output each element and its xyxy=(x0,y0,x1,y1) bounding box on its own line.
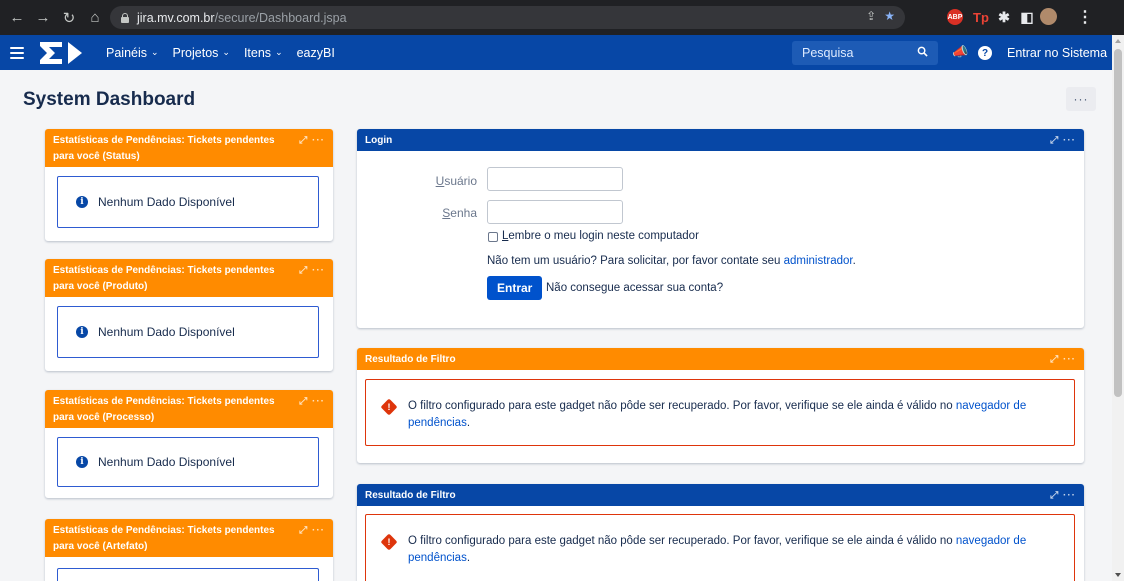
page-title: System Dashboard xyxy=(23,89,196,110)
login-link[interactable]: Entrar no Sistema xyxy=(1007,46,1107,60)
remember-me-checkbox[interactable] xyxy=(488,232,498,242)
bookmark-star-icon[interactable]: ★ xyxy=(884,9,895,23)
page-scrollbar[interactable] xyxy=(1112,35,1124,581)
administrator-link[interactable]: administrador xyxy=(784,255,853,267)
main-nav: Painéis ⌄ Projetos ⌄ Itens ⌄ eazyBI xyxy=(106,46,335,60)
gadget-header[interactable]: Estatísticas de Pendências: Tickets pend… xyxy=(45,390,333,428)
side-panel-icon[interactable]: ◧ xyxy=(1018,8,1036,26)
nav-issues-label: Itens xyxy=(243,45,272,60)
no-data-text: Nenhum Dado Disponível xyxy=(98,195,235,209)
back-arrow-icon[interactable]: ← xyxy=(6,7,28,29)
gadget-stats-artifact: Estatísticas de Pendências: Tickets pend… xyxy=(45,519,333,581)
search-input[interactable]: Pesquisa xyxy=(792,41,938,65)
error-text: O filtro configurado para este gadget nã… xyxy=(408,400,956,412)
search-placeholder: Pesquisa xyxy=(802,46,854,60)
filter-result-gadget-2: Resultado de Filtro ⤢ ··· ! O filtro con… xyxy=(357,484,1084,581)
no-data-message: i Nenhum Dado Disponível xyxy=(57,176,319,228)
gadget-title: Resultado de Filtro xyxy=(365,354,456,365)
scroll-down-arrow-icon[interactable] xyxy=(1115,573,1121,577)
nav-projects-label: Projetos xyxy=(172,45,219,60)
extensions-puzzle-icon[interactable]: ✱ xyxy=(995,8,1013,26)
browser-toolbar: ← → ↻ ⌂ jira.mv.com.br/secure/Dashboard.… xyxy=(0,0,1124,35)
forgot-account-link[interactable]: Não consegue acessar sua conta? xyxy=(546,282,723,294)
home-icon[interactable]: ⌂ xyxy=(84,7,106,29)
no-data-text: Nenhum Dado Disponível xyxy=(98,455,235,469)
info-icon: i xyxy=(76,456,88,468)
gadget-title: Estatísticas de Pendências: Tickets pend… xyxy=(53,396,275,423)
gadget-title: Estatísticas de Pendências: Tickets pend… xyxy=(53,135,275,162)
chevron-down-icon: ⌄ xyxy=(151,47,159,57)
gadget-title: Login xyxy=(365,135,393,146)
sigma-logo-icon xyxy=(40,41,82,64)
url-path: /secure/Dashboard.jspa xyxy=(214,10,347,25)
nav-projects[interactable]: Projetos ⌄ xyxy=(173,46,230,60)
remember-me-label[interactable]: Lembre o meu login neste computador xyxy=(502,230,699,242)
filter-error-message: ! O filtro configurado para este gadget … xyxy=(365,514,1075,581)
profile-avatar-icon[interactable] xyxy=(1040,8,1057,25)
login-submit-button[interactable]: Entrar xyxy=(487,276,543,300)
gadget-header[interactable]: Estatísticas de Pendências: Tickets pend… xyxy=(45,129,333,167)
share-icon[interactable]: ⇪ xyxy=(866,9,876,23)
gadget-header[interactable]: Estatísticas de Pendências: Tickets pend… xyxy=(45,259,333,297)
gadget-controls-icon[interactable]: ⤢ ··· xyxy=(1050,488,1076,504)
browser-menu-icon[interactable]: ⋮ xyxy=(1077,8,1093,26)
no-account-text: Não tem um usuário? Para solicitar, por … xyxy=(487,255,856,267)
jira-header: Painéis ⌄ Projetos ⌄ Itens ⌄ eazyBI Pesquis… xyxy=(0,35,1112,70)
gadget-header[interactable]: Login ⤢ ··· xyxy=(357,129,1084,151)
address-bar[interactable]: jira.mv.com.br/secure/Dashboard.jspa ⇪ ★ xyxy=(110,6,905,29)
scroll-up-arrow-icon[interactable] xyxy=(1115,39,1121,43)
no-data-message: i Nenhum Dado Disponível xyxy=(57,437,319,487)
adblock-extension-icon[interactable]: ABP xyxy=(947,9,963,25)
info-icon: i xyxy=(76,196,88,208)
gadget-controls-icon[interactable]: ⤢ ··· xyxy=(299,394,325,410)
error-icon: ! xyxy=(380,398,398,416)
lock-icon xyxy=(120,12,129,23)
nav-eazybi[interactable]: eazyBI xyxy=(297,46,335,60)
no-data-text: Nenhum Dado Disponível xyxy=(98,325,235,339)
url-host: jira.mv.com.br xyxy=(137,10,215,25)
error-icon: ! xyxy=(380,533,398,551)
chevron-down-icon: ⌄ xyxy=(275,47,283,57)
nav-eazybi-label: eazyBI xyxy=(296,45,335,60)
tp-extension-icon[interactable]: Tp xyxy=(972,8,990,26)
gadget-header[interactable]: Resultado de Filtro ⤢ ··· xyxy=(357,484,1084,506)
no-data-message xyxy=(57,568,319,581)
info-icon: i xyxy=(76,326,88,338)
gadget-controls-icon[interactable]: ⤢ ··· xyxy=(299,263,325,279)
password-field[interactable] xyxy=(487,200,623,224)
search-icon xyxy=(917,46,928,57)
gadget-title: Estatísticas de Pendências: Tickets pend… xyxy=(53,525,275,552)
filter-error-message: ! O filtro configurado para este gadget … xyxy=(365,379,1075,446)
no-data-message: i Nenhum Dado Disponível xyxy=(57,306,319,358)
nav-dashboards[interactable]: Painéis ⌄ xyxy=(106,46,159,60)
gadget-header[interactable]: Estatísticas de Pendências: Tickets pend… xyxy=(45,519,333,557)
reload-icon[interactable]: ↻ xyxy=(58,7,80,29)
nav-dashboards-label: Painéis xyxy=(106,45,147,60)
password-label: Senha xyxy=(442,206,477,220)
scrollbar-thumb[interactable] xyxy=(1114,49,1122,397)
gadget-controls-icon[interactable]: ⤢ ··· xyxy=(299,133,325,149)
username-field[interactable] xyxy=(487,167,623,191)
gadget-controls-icon[interactable]: ⤢ ··· xyxy=(1050,352,1076,368)
gadget-stats-process: Estatísticas de Pendências: Tickets pend… xyxy=(45,390,333,498)
gadget-stats-status: Estatísticas de Pendências: Tickets pend… xyxy=(45,129,333,241)
login-gadget: Login ⤢ ··· Usuário Senha Lembre o meu l… xyxy=(357,129,1084,328)
hamburger-menu-icon[interactable] xyxy=(10,46,24,59)
megaphone-icon[interactable]: 📣 xyxy=(952,44,968,60)
help-icon[interactable]: ? xyxy=(978,46,992,60)
more-actions-button[interactable]: ··· xyxy=(1066,87,1096,111)
chevron-down-icon: ⌄ xyxy=(222,47,230,57)
username-label: Usuário xyxy=(435,174,477,188)
error-text: O filtro configurado para este gadget nã… xyxy=(408,535,956,547)
nav-issues[interactable]: Itens ⌄ xyxy=(244,46,283,60)
gadget-controls-icon[interactable]: ⤢ ··· xyxy=(1050,133,1076,149)
gadget-stats-product: Estatísticas de Pendências: Tickets pend… xyxy=(45,259,333,371)
gadget-title: Estatísticas de Pendências: Tickets pend… xyxy=(53,265,275,292)
gadget-header[interactable]: Resultado de Filtro ⤢ ··· xyxy=(357,348,1084,370)
forward-arrow-icon[interactable]: → xyxy=(32,7,54,29)
gadget-title: Resultado de Filtro xyxy=(365,490,456,501)
gadget-controls-icon[interactable]: ⤢ ··· xyxy=(299,523,325,539)
app-logo[interactable] xyxy=(38,38,96,68)
filter-result-gadget-1: Resultado de Filtro ⤢ ··· ! O filtro con… xyxy=(357,348,1084,463)
